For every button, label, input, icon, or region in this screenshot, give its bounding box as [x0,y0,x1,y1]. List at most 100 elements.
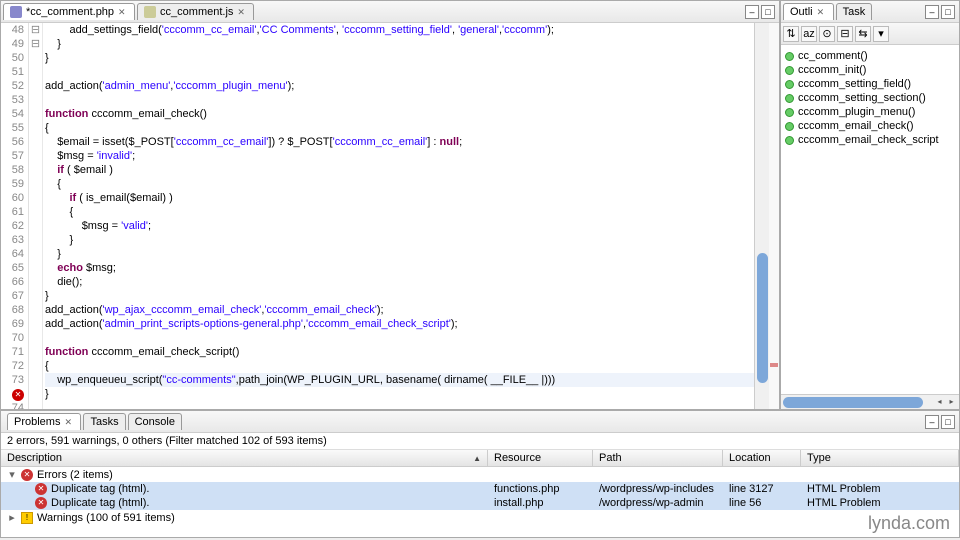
code-line[interactable] [45,331,754,345]
code-line[interactable]: $msg = 'invalid'; [45,149,754,163]
close-icon[interactable]: ✕ [817,7,827,17]
code-line[interactable]: $msg = 'valid'; [45,219,754,233]
maximize-button[interactable]: □ [941,5,955,19]
outline-item[interactable]: cccomm_email_check() [783,119,957,133]
function-icon [785,122,794,131]
outline-list: cc_comment()cccomm_init()cccomm_setting_… [781,45,959,394]
code-line[interactable] [45,401,754,409]
scroll-thumb[interactable] [757,253,768,383]
column-type[interactable]: Type [801,450,959,466]
outline-item[interactable]: cccomm_init() [783,63,957,77]
column-path[interactable]: Path [593,450,723,466]
close-icon[interactable]: ✕ [64,417,74,427]
collapse-icon[interactable]: ⊟ [837,26,853,42]
tab-label: Tasks [90,416,118,428]
code-line[interactable]: { [45,121,754,135]
errors-group-label[interactable]: Errors (2 items) [37,469,113,481]
scroll-right-icon[interactable]: ▸ [946,397,957,408]
php-file-icon [10,6,22,18]
maximize-button[interactable]: □ [941,415,955,429]
code-line[interactable]: add_action('wp_ajax_cccomm_email_check',… [45,303,754,317]
sort-az-icon[interactable]: aᴢ [801,26,817,42]
fold-column[interactable]: ⊟⊟ [29,23,43,409]
outline-item-label: cccomm_setting_section() [798,92,926,104]
expand-icon[interactable]: ▸ [7,511,17,524]
editor-tab[interactable]: *cc_comment.php✕ [3,3,135,20]
code-line[interactable]: add_action('admin_menu','cccomm_plugin_m… [45,79,754,93]
code-line[interactable]: } [45,233,754,247]
minimize-button[interactable]: – [925,5,939,19]
code-line[interactable]: } [45,51,754,65]
fold-toggle[interactable]: ⊟ [29,37,42,51]
code-line[interactable]: if ( $email ) [45,163,754,177]
function-icon [785,66,794,75]
problem-path: /wordpress/wp-includes [593,482,723,496]
outline-pane: Outli ✕ Task – □ ⇅ aᴢ ⊙ ⊟ ⇆ ▾ cc_comment… [780,0,960,410]
code-line[interactable]: } [45,247,754,261]
filter-message: 2 errors, 591 warnings, 0 others (Filter… [1,433,959,450]
code-line[interactable]: } [45,37,754,51]
outline-tab[interactable]: Outli ✕ [783,3,834,20]
code-line[interactable]: } [45,387,754,401]
line-number-gutter: 4849505152535455565758596061626364656667… [1,23,29,409]
minimize-button[interactable]: – [925,415,939,429]
code-line[interactable]: } [45,289,754,303]
code-line[interactable]: add_action('admin_print_scripts-options-… [45,317,754,331]
close-icon[interactable]: ✕ [118,7,128,17]
sort-icon[interactable]: ⇅ [783,26,799,42]
code-line[interactable]: { [45,205,754,219]
error-icon[interactable]: ✕ [12,389,24,401]
code-line[interactable] [45,93,754,107]
close-icon[interactable]: ✕ [237,7,247,17]
error-icon: ✕ [35,483,47,495]
code-line[interactable]: add_settings_field('cccomm_cc_email','CC… [45,23,754,37]
tasks-tab[interactable]: Tasks [83,413,125,430]
scroll-left-icon[interactable]: ◂ [934,397,945,408]
code-line[interactable]: { [45,177,754,191]
problem-row[interactable]: ✕Duplicate tag (html).functions.php/word… [1,482,959,496]
code-line[interactable] [45,65,754,79]
collapse-icon[interactable]: ▾ [7,468,17,481]
overview-ruler[interactable] [769,23,779,409]
outline-item[interactable]: cccomm_setting_section() [783,91,957,105]
vertical-scrollbar[interactable] [754,23,769,409]
code-line[interactable]: echo $msg; [45,261,754,275]
outline-item[interactable]: cccomm_setting_field() [783,77,957,91]
code-line[interactable]: wp_enqueueu_script("cc-comments",path_jo… [45,373,754,387]
outline-item[interactable]: cccomm_plugin_menu() [783,105,957,119]
code-line[interactable]: if ( is_email($email) ) [45,191,754,205]
problems-tab[interactable]: Problems✕ [7,413,81,430]
minimize-button[interactable]: – [745,5,759,19]
column-location[interactable]: Location [723,450,801,466]
filter-icon[interactable]: ⊙ [819,26,835,42]
problem-row[interactable]: ✕Duplicate tag (html).install.php/wordpr… [1,496,959,510]
code-line[interactable]: { [45,359,754,373]
outline-item-label: cccomm_setting_field() [798,78,911,90]
link-icon[interactable]: ⇆ [855,26,871,42]
outline-item[interactable]: cc_comment() [783,49,957,63]
editor-pane: *cc_comment.php✕cc_comment.js✕ – □ 48495… [0,0,780,410]
scroll-thumb[interactable] [783,397,923,408]
outline-item-label: cccomm_plugin_menu() [798,106,915,118]
maximize-button[interactable]: □ [761,5,775,19]
function-icon [785,94,794,103]
menu-icon[interactable]: ▾ [873,26,889,42]
column-resource[interactable]: Resource [488,450,593,466]
column-description[interactable]: Description▲ [1,450,488,466]
code-line[interactable]: function cccomm_email_check() [45,107,754,121]
horizontal-scrollbar[interactable]: ◂ ▸ [781,394,959,409]
sort-asc-icon: ▲ [473,454,481,463]
warnings-group-label[interactable]: Warnings (100 of 591 items) [37,512,175,524]
outline-item[interactable]: cccomm_email_check_script [783,133,957,147]
code-line[interactable]: $email = isset($_POST['cccomm_cc_email']… [45,135,754,149]
code-line[interactable]: die(); [45,275,754,289]
task-tab[interactable]: Task [836,3,873,20]
fold-toggle[interactable]: ⊟ [29,23,42,37]
code-line[interactable]: function cccomm_email_check_script() [45,345,754,359]
code-editor[interactable]: add_settings_field('cccomm_cc_email','CC… [43,23,754,409]
editor-tabs-bar: *cc_comment.php✕cc_comment.js✕ – □ [1,1,779,23]
outline-item-label: cccomm_email_check() [798,120,914,132]
error-marker[interactable] [770,363,778,367]
console-tab[interactable]: Console [128,413,182,430]
editor-tab[interactable]: cc_comment.js✕ [137,3,254,20]
